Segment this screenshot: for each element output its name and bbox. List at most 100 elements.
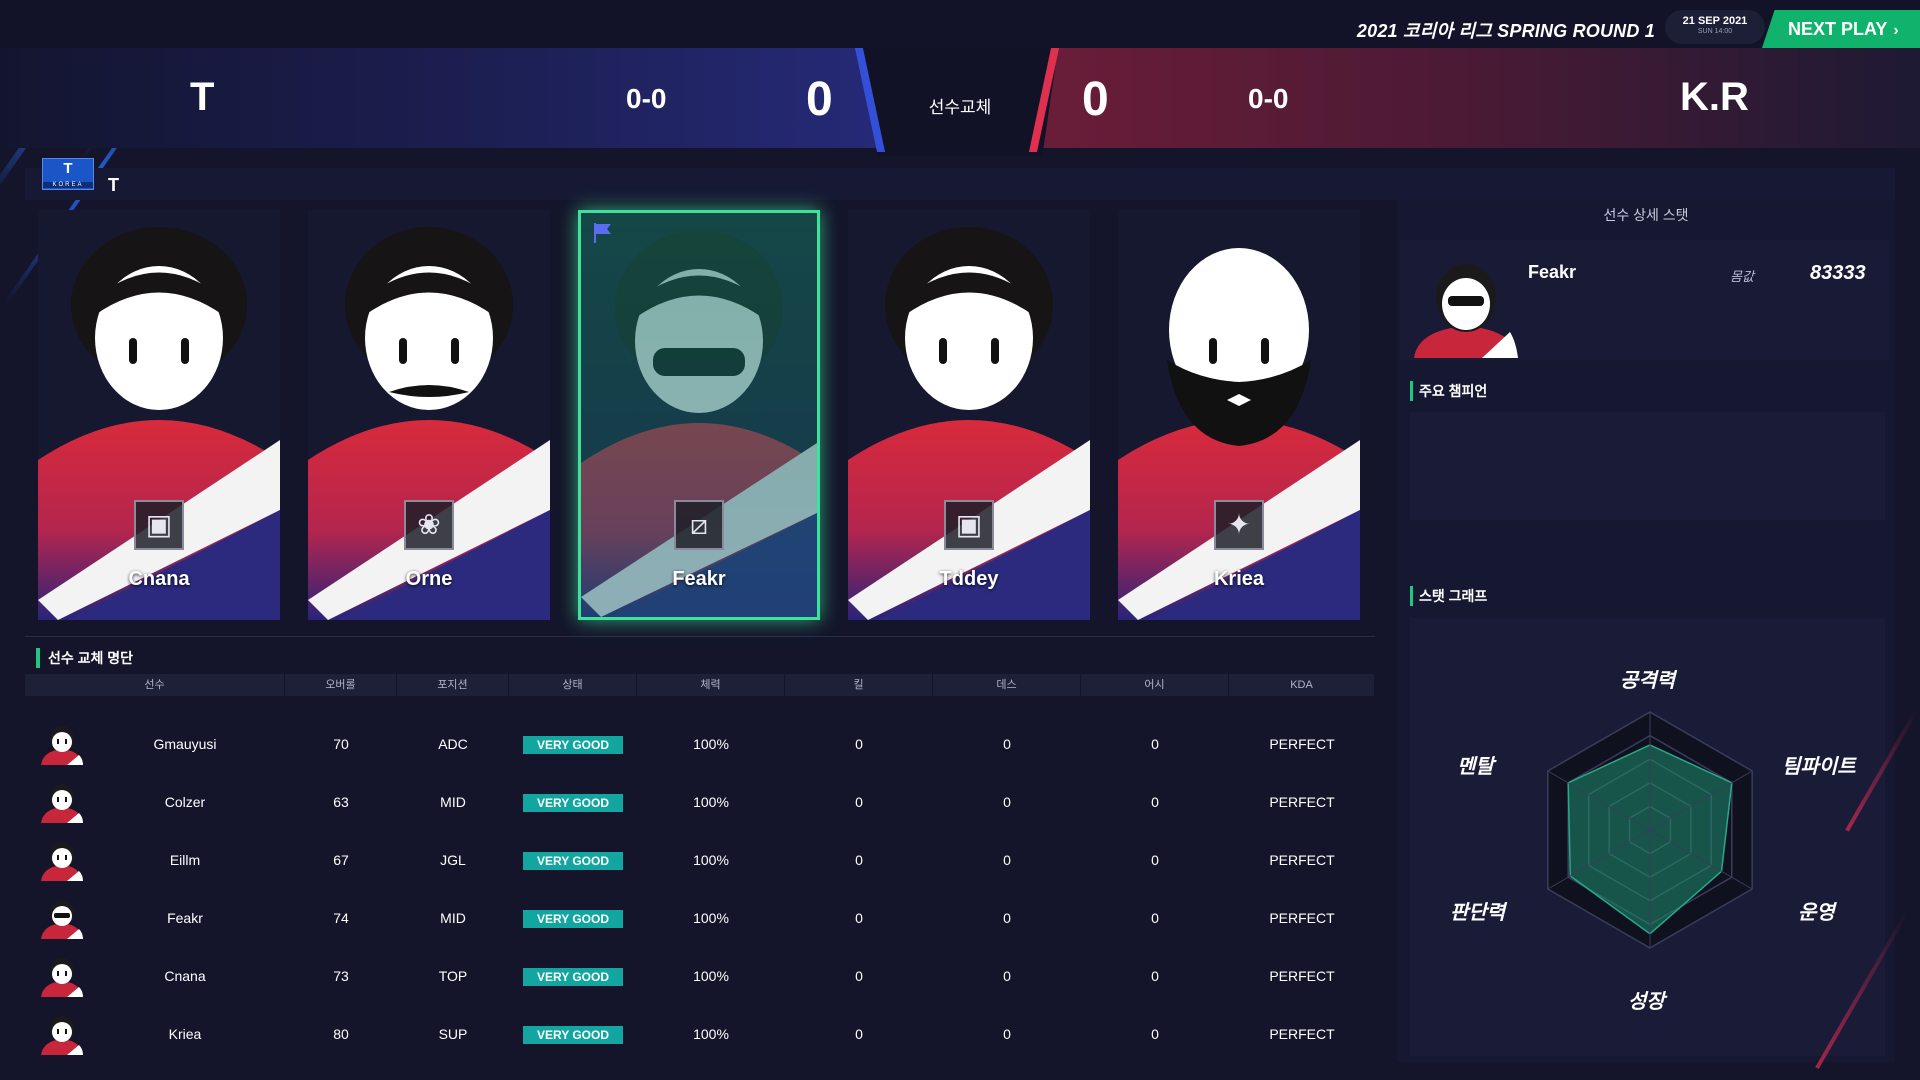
cell-name: Feakr [167,910,203,926]
col-assists: 어시 [1081,674,1229,696]
stat-graph-title: 스탯 그래프 [1410,586,1487,606]
col-kills: 킬 [785,674,933,696]
cell-kda: PERFECT [1269,852,1335,868]
substitution-title: 선수교체 [928,98,992,117]
cell-stamina: 100% [693,852,729,868]
cell-stamina-wrap: 100% [637,831,785,889]
player-card-tddey[interactable]: ▣ Tddey [848,210,1090,620]
status-badge: VERY GOOD [523,910,623,929]
cell-kills: 0 [855,736,863,752]
cell-stamina: 100% [693,1026,729,1042]
divider [25,636,1375,637]
roster-row[interactable]: Kriea 80 SUP VERY GOOD 100% 0 0 0 PERFECT [25,1005,1375,1063]
stat-radar-chart [1547,711,1753,949]
cell-position: SUP [438,1026,468,1042]
cell-stamina-wrap: 100% [637,889,785,947]
col-position: 포지션 [397,674,509,696]
roster-header: 선수 오버롤 포지션 상태 체력 킬 데스 어시 KDA [25,674,1375,696]
roster-row[interactable]: Feakr 74 MID VERY GOOD 100% 0 0 0 PERFECT [25,889,1375,947]
cell-name-wrap: Feakr [85,889,285,947]
cell-deaths: 0 [1003,852,1011,868]
cell-kda-wrap: PERFECT [1229,889,1375,947]
cell-deaths: 0 [1003,736,1011,752]
roster-row[interactable]: Colzer 63 MID VERY GOOD 100% 0 0 0 PERFECT [25,773,1375,831]
cell-stamina: 100% [693,794,729,810]
left-team-name: T [190,75,215,119]
roster-title: 선수 교체 명단 [36,648,133,668]
cell-status-wrap: VERY GOOD [509,831,637,889]
cell-overall: 74 [333,910,349,926]
col-status: 상태 [509,674,637,696]
date-main: 21 SEP 2021 [1682,15,1748,27]
cell-kda: PERFECT [1269,794,1335,810]
cell-position-wrap: JGL [397,831,509,889]
date-badge: 21 SEP 2021 SUN 14:00 [1665,10,1765,44]
champions-section-title: 주요 챔피언 [1410,381,1487,401]
status-badge: VERY GOOD [523,794,623,813]
cell-stamina-wrap: 100% [637,947,785,1005]
cell-name-wrap: Cnana [85,947,285,1005]
right-team-record: 0-0 [1248,83,1289,114]
player-avatar [41,958,83,997]
cell-name-wrap: Kriea [85,1005,285,1063]
cell-name: Gmauyusi [153,736,217,752]
cell-assists-wrap: 0 [1081,773,1229,831]
team-bar [25,168,1895,200]
col-stamina: 체력 [637,674,785,696]
cell-kda-wrap: PERFECT [1229,831,1375,889]
next-play-button[interactable]: NEXT PLAY › [1762,10,1920,48]
cell-stamina: 100% [693,968,729,984]
roster-row[interactable]: Cnana 73 TOP VERY GOOD 100% 0 0 0 PERFECT [25,947,1375,1005]
cell-position-wrap: MID [397,773,509,831]
cell-status-wrap: VERY GOOD [509,1005,637,1063]
cell-overall-wrap: 73 [285,947,397,1005]
cell-assists: 0 [1151,794,1159,810]
left-team-score: 0 [806,73,833,126]
cell-overall-wrap: 74 [285,889,397,947]
cell-assists-wrap: 0 [1081,831,1229,889]
left-team-record: 0-0 [626,83,667,114]
scoreboard-left [0,48,890,148]
player-card-cnana[interactable]: ▣ Cnana [38,210,280,620]
player-card-name: Feakr [672,568,726,590]
cell-overall-wrap: 67 [285,831,397,889]
player-card-orne[interactable]: ❀ Orne [308,210,550,620]
cell-assists: 0 [1151,910,1159,926]
radar-axis-label: 운영 [1798,902,1835,924]
cell-assists: 0 [1151,736,1159,752]
cell-position: MID [440,794,466,810]
right-team-score: 0 [1082,73,1109,126]
cell-kda-wrap: PERFECT [1229,1005,1375,1063]
radar-axis-label: 멘탈 [1457,756,1494,778]
team-logo: T KOREA [42,158,94,190]
cell-kills-wrap: 0 [785,889,933,947]
cell-kills: 0 [855,1026,863,1042]
cell-assists-wrap: 0 [1081,715,1229,773]
detail-player-avatar [1412,252,1520,358]
cell-status-wrap: VERY GOOD [509,889,637,947]
status-badge: VERY GOOD [523,968,623,987]
player-card-kriea[interactable]: ✦ Kriea [1118,210,1360,620]
flag-icon [594,223,611,243]
roster-row[interactable]: Gmauyusi 70 ADC VERY GOOD 100% 0 0 0 PERFECT [25,715,1375,773]
roster-row[interactable]: Eillm 67 JGL VERY GOOD 100% 0 0 0 PERFECT [25,831,1375,889]
player-avatar [41,784,83,823]
status-badge: VERY GOOD [523,852,623,871]
detail-value: 83333 [1810,262,1866,284]
cell-overall: 80 [333,1026,349,1042]
cell-position: ADC [438,736,468,752]
cell-deaths: 0 [1003,968,1011,984]
league-title: 2021 코리아 리그 SPRING ROUND 1 [1356,21,1655,41]
cell-assists-wrap: 0 [1081,889,1229,947]
cell-kda-wrap: PERFECT [1229,715,1375,773]
cell-status-wrap: VERY GOOD [509,773,637,831]
cell-name-wrap: Colzer [85,773,285,831]
mid-lane-icon: ⧄ [674,500,724,550]
status-badge: VERY GOOD [523,1026,623,1045]
cell-kills-wrap: 0 [785,1005,933,1063]
bot-lane-icon: ▣ [944,500,994,550]
cell-overall: 70 [333,736,349,752]
player-card-feakr[interactable]: ⧄ Feakr [578,210,820,620]
cell-kills: 0 [855,852,863,868]
team-logo-letter: T [63,160,73,177]
